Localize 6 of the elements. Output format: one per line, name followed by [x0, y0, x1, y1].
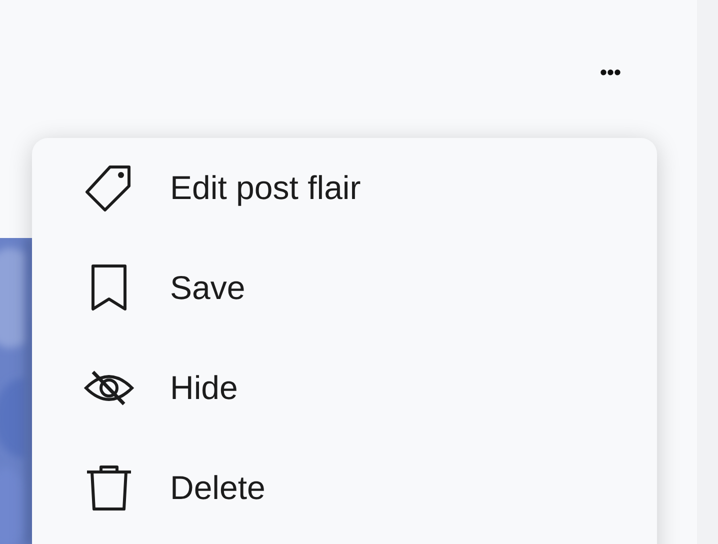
menu-item[interactable]: Save [32, 238, 657, 338]
trash-icon [84, 463, 134, 513]
menu-item[interactable]: Edit post flair [32, 138, 657, 238]
menu-item[interactable]: Hide [32, 338, 657, 438]
more-options-button[interactable]: ••• [596, 62, 626, 85]
menu-item[interactable]: Delete [32, 438, 657, 538]
